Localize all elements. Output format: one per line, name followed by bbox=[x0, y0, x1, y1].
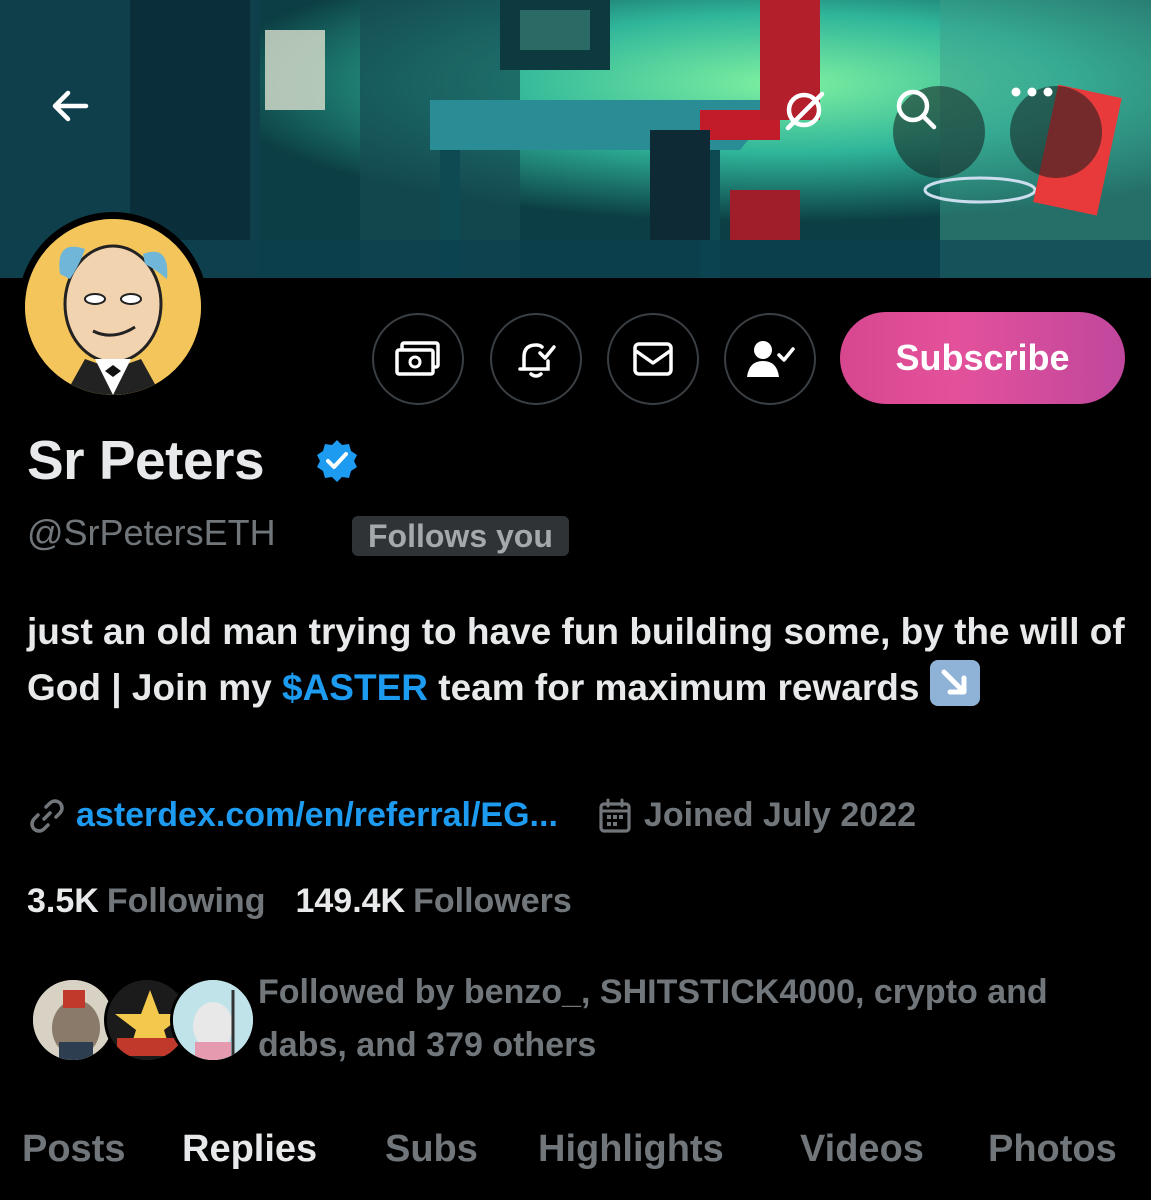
tab-videos[interactable]: Videos bbox=[800, 1128, 924, 1171]
follow-stats: 3.5K Following 149.4K Followers bbox=[27, 882, 572, 921]
tab-highlights[interactable]: Highlights bbox=[538, 1128, 724, 1171]
more-button[interactable] bbox=[1010, 86, 1102, 178]
link-icon bbox=[30, 798, 64, 833]
tab-subs[interactable]: Subs bbox=[385, 1128, 478, 1171]
avatar-illustration bbox=[25, 219, 201, 395]
tip-button[interactable] bbox=[372, 313, 464, 405]
tab-posts[interactable]: Posts bbox=[22, 1128, 125, 1171]
followers-label: Followers bbox=[413, 882, 572, 920]
verified-badge-icon[interactable] bbox=[314, 438, 360, 484]
bio-text: team for maximum rewards bbox=[427, 667, 930, 708]
subscribe-button[interactable]: Subscribe bbox=[840, 312, 1125, 404]
arrow-down-right-icon bbox=[929, 660, 980, 706]
avatar[interactable] bbox=[25, 219, 201, 395]
profile-tabs: Posts Replies Subs Highlights Videos Pho… bbox=[0, 1122, 1151, 1200]
more-horizontal-icon bbox=[1011, 87, 1053, 97]
tab-replies[interactable]: Replies bbox=[182, 1128, 317, 1171]
grok-button[interactable] bbox=[780, 86, 872, 178]
message-button[interactable] bbox=[607, 313, 699, 405]
notify-button[interactable] bbox=[490, 313, 582, 405]
followed-by-text[interactable]: Followed by benzo_, SHITSTICK4000, crypt… bbox=[258, 966, 1128, 1072]
search-button[interactable] bbox=[893, 86, 985, 178]
avatar bbox=[170, 977, 256, 1063]
tab-photos[interactable]: Photos bbox=[988, 1128, 1117, 1171]
followers-count: 149.4K bbox=[295, 882, 406, 920]
cashtag-link[interactable]: $ASTER bbox=[282, 667, 428, 708]
back-button[interactable] bbox=[48, 84, 140, 176]
envelope-icon bbox=[633, 342, 673, 376]
calendar-icon bbox=[599, 798, 631, 833]
following-button[interactable] bbox=[724, 313, 816, 405]
grok-icon bbox=[785, 91, 825, 131]
follows-you-badge: Follows you bbox=[352, 516, 569, 556]
following-stat[interactable]: 3.5K Following bbox=[27, 882, 265, 921]
bell-check-icon bbox=[518, 343, 556, 378]
person-check-icon bbox=[747, 341, 795, 377]
bio: just an old man trying to have fun build… bbox=[27, 604, 1127, 716]
profile-meta: asterdex.com/en/referral/EG... Joined Ju… bbox=[28, 796, 916, 835]
display-name: Sr Peters bbox=[27, 429, 265, 491]
joined-date: Joined July 2022 bbox=[643, 796, 917, 834]
money-icon bbox=[395, 341, 440, 376]
following-label: Following bbox=[106, 882, 266, 920]
followers-stat[interactable]: 149.4K Followers bbox=[295, 882, 571, 921]
profile-avatar-frame[interactable] bbox=[18, 212, 208, 402]
arrow-left-icon bbox=[52, 90, 89, 122]
profile-website-link[interactable]: asterdex.com/en/referral/EG... bbox=[76, 796, 558, 835]
followed-by-avatars[interactable] bbox=[30, 977, 256, 1063]
following-count: 3.5K bbox=[27, 882, 99, 920]
search-icon bbox=[896, 89, 937, 130]
handle: @SrPetersETH bbox=[27, 512, 276, 553]
